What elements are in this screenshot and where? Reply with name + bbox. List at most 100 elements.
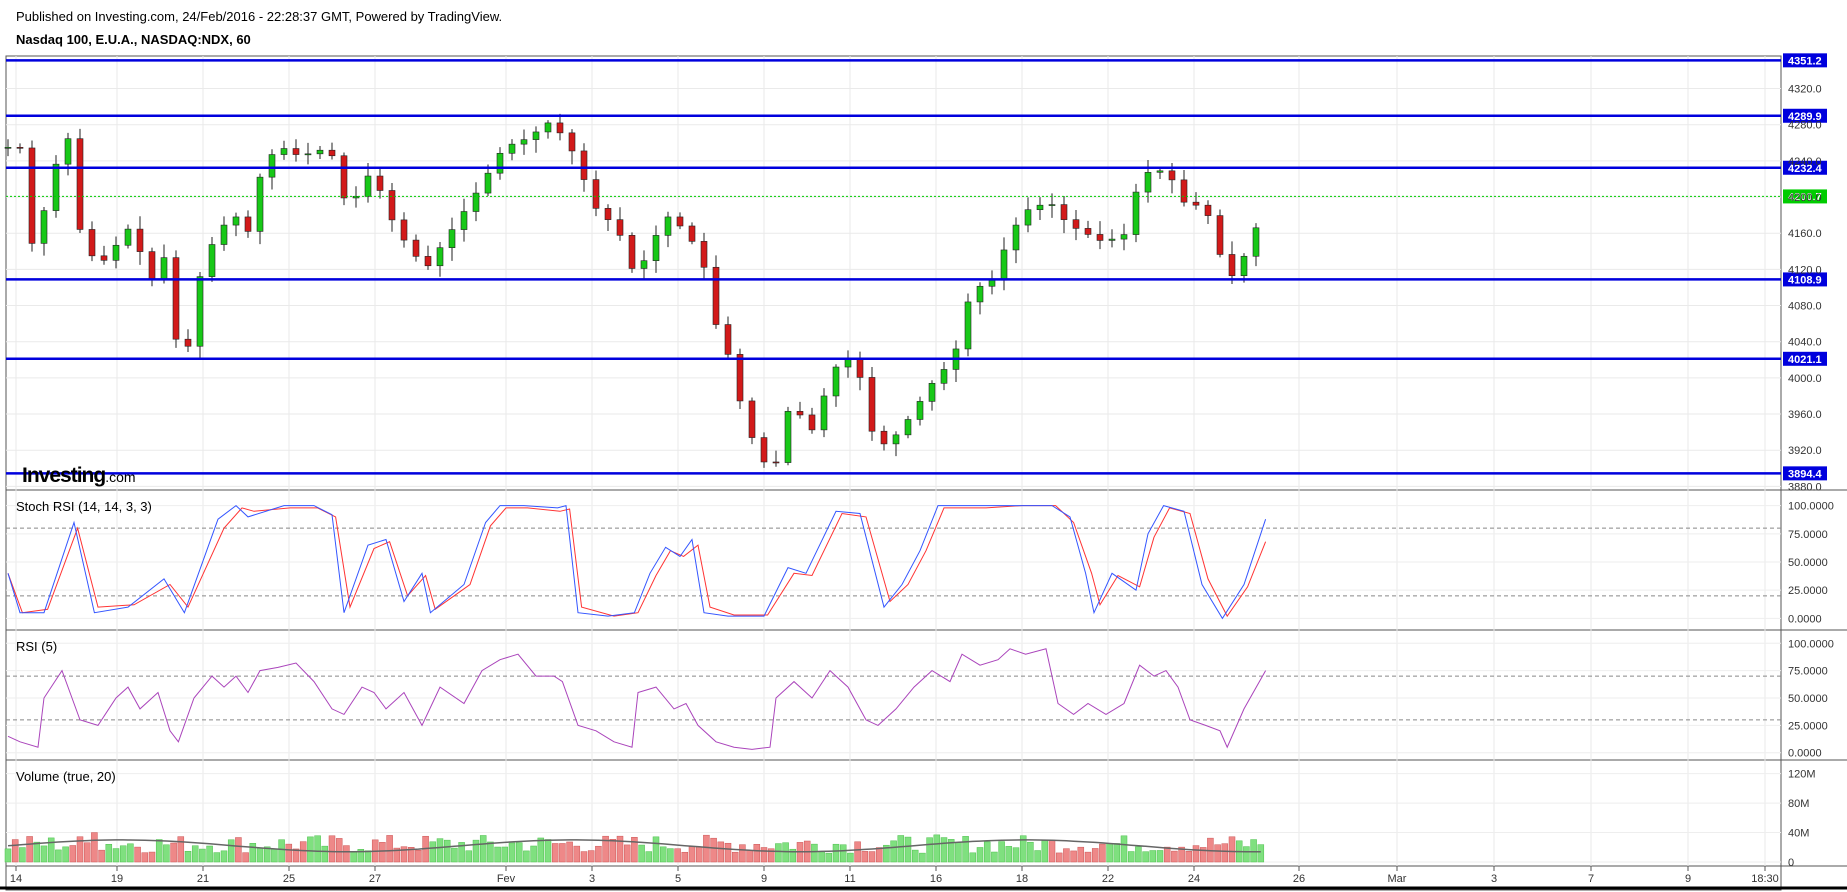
candle-body bbox=[1180, 179, 1188, 203]
candle-body bbox=[724, 324, 732, 355]
volume-bar bbox=[1027, 841, 1034, 863]
price-tick-label: 4320.0 bbox=[1788, 84, 1822, 96]
candle-body bbox=[100, 255, 108, 261]
volume-bar bbox=[890, 840, 897, 863]
candle-body bbox=[820, 395, 828, 431]
candle-body bbox=[700, 241, 708, 268]
volume-bar bbox=[119, 845, 127, 863]
volume-bar bbox=[623, 844, 631, 863]
volume-bar bbox=[386, 835, 393, 863]
volume-bar bbox=[940, 837, 948, 863]
candle-body bbox=[1108, 238, 1116, 241]
x-tick-label: 3 bbox=[589, 873, 595, 885]
volume-bar bbox=[278, 839, 285, 863]
candle-body bbox=[832, 366, 840, 397]
x-tick-label: 27 bbox=[369, 873, 381, 885]
candle-body bbox=[1096, 234, 1104, 241]
candle-body bbox=[1084, 228, 1092, 235]
volume-bar bbox=[11, 839, 19, 863]
price-tick-label: 4280.0 bbox=[1788, 120, 1822, 132]
volume-bar bbox=[1185, 851, 1193, 863]
volume-bar bbox=[854, 841, 861, 863]
candle-body bbox=[1120, 234, 1128, 240]
candle-body bbox=[316, 149, 324, 155]
volume-bar bbox=[1055, 852, 1063, 863]
candle-body bbox=[376, 175, 384, 191]
volume-bar bbox=[364, 850, 372, 863]
panel-tick-label: 50.0000 bbox=[1788, 693, 1828, 705]
candle-body bbox=[412, 239, 420, 257]
volume-bar bbox=[652, 836, 660, 863]
volume-bar bbox=[350, 851, 357, 863]
candle-body bbox=[1024, 209, 1032, 226]
volume-bar bbox=[760, 847, 768, 863]
x-tick-label: 14 bbox=[10, 873, 22, 885]
x-tick-label: 16 bbox=[930, 873, 942, 885]
volume-bar bbox=[587, 850, 595, 863]
volume-bar bbox=[811, 843, 818, 863]
candle-body bbox=[964, 301, 972, 350]
x-tick-label: 7 bbox=[1588, 873, 1594, 885]
volume-bar bbox=[515, 842, 523, 863]
candle-body bbox=[1036, 204, 1044, 211]
volume-bar bbox=[976, 847, 984, 863]
volume-bar bbox=[703, 834, 710, 863]
panel-tick-label: 25.0000 bbox=[1788, 585, 1828, 597]
volume-bar bbox=[1127, 851, 1135, 863]
volume-tick-label: 0 bbox=[1788, 857, 1794, 869]
candle-body bbox=[1156, 170, 1164, 173]
candle-body bbox=[1228, 254, 1236, 277]
candle-body bbox=[220, 224, 228, 245]
panel-tick-label: 75.0000 bbox=[1788, 529, 1828, 541]
price-tick-label: 4200.0 bbox=[1788, 192, 1822, 204]
x-tick-label: 3 bbox=[1491, 873, 1497, 885]
candle-body bbox=[1132, 191, 1140, 235]
volume-bar bbox=[926, 837, 933, 863]
candle-body bbox=[556, 122, 564, 134]
candle-body bbox=[88, 229, 96, 257]
volume-bar bbox=[19, 847, 26, 863]
level-label: 4351.2 bbox=[1788, 55, 1822, 67]
volume-bar bbox=[1070, 850, 1077, 863]
support-resistance-levels: 4351.24289.94232.44108.94021.13894.44200… bbox=[6, 53, 1827, 481]
candle-body bbox=[292, 148, 300, 155]
volume-bar bbox=[62, 846, 69, 863]
volume-bar bbox=[400, 846, 408, 863]
volume-bar bbox=[861, 851, 869, 863]
volume-bar bbox=[616, 835, 624, 863]
candle-body bbox=[592, 179, 600, 209]
volume-bar bbox=[33, 841, 41, 863]
volume-bar bbox=[919, 852, 926, 863]
candle-body bbox=[568, 132, 576, 152]
chart-area[interactable]: 4351.24289.94232.44108.94021.13894.44200… bbox=[0, 0, 1847, 892]
candle-body bbox=[304, 153, 312, 156]
candle-body bbox=[184, 338, 192, 347]
candle-body bbox=[520, 139, 528, 145]
volume-bar bbox=[343, 845, 350, 863]
volume-bar bbox=[710, 837, 717, 863]
volume-bar bbox=[465, 850, 473, 863]
candle-body bbox=[664, 216, 672, 236]
candle-body bbox=[40, 210, 48, 244]
candle-body bbox=[124, 228, 132, 246]
volume-bar bbox=[955, 842, 962, 863]
volume-bar bbox=[55, 849, 62, 863]
volume-bar bbox=[969, 852, 977, 863]
candle-body bbox=[580, 150, 588, 180]
volume-bars bbox=[4, 832, 1265, 863]
candle-body bbox=[256, 176, 264, 232]
candle-body bbox=[508, 143, 516, 154]
volume-bar bbox=[26, 836, 33, 863]
volume-bar bbox=[155, 839, 163, 863]
candle-body bbox=[1048, 204, 1056, 206]
price-tick-label: 4000.0 bbox=[1788, 373, 1822, 385]
volume-bar bbox=[213, 852, 221, 863]
candle-body bbox=[64, 138, 72, 165]
volume-bar bbox=[379, 842, 386, 863]
candle-body bbox=[916, 401, 924, 420]
volume-bar bbox=[1250, 839, 1257, 863]
volume-bar bbox=[479, 835, 487, 863]
candle-body bbox=[784, 411, 792, 463]
candle-body bbox=[1072, 219, 1080, 229]
volume-bar bbox=[199, 848, 206, 863]
